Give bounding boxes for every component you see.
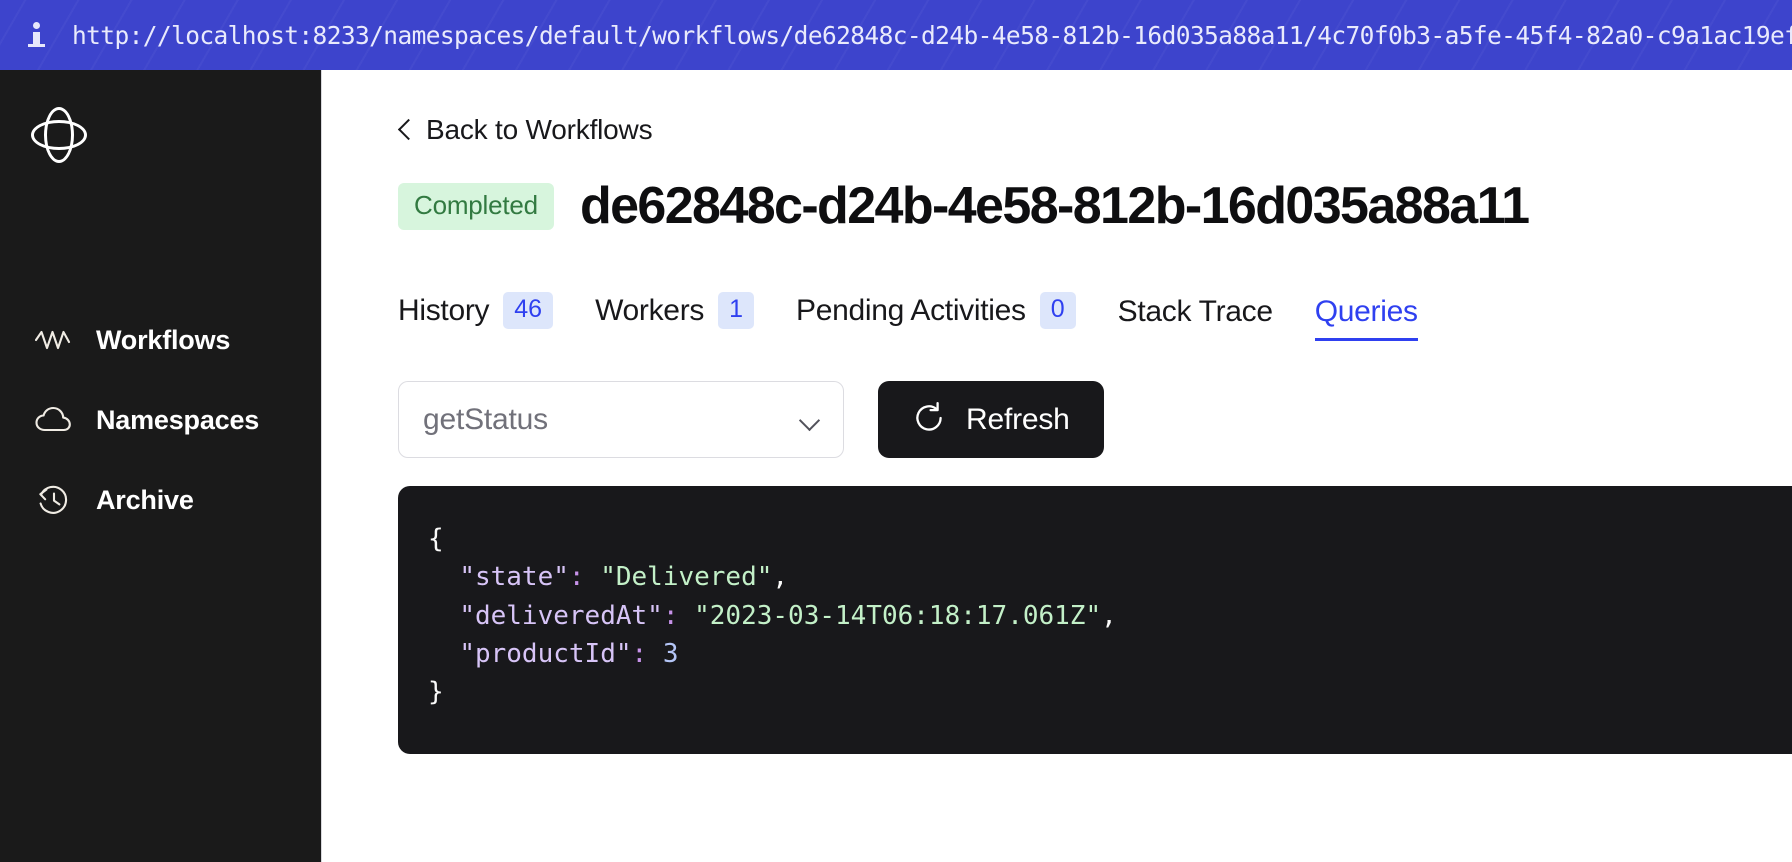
refresh-icon xyxy=(912,401,946,438)
query-result-panel: { "state": "Delivered", "deliveredAt": "… xyxy=(398,486,1792,755)
tab-workers[interactable]: Workers 1 xyxy=(595,292,754,341)
sidebar-item-label: Workflows xyxy=(96,324,231,355)
tab-label: History xyxy=(398,293,490,327)
tab-label: Pending Activities xyxy=(796,293,1026,327)
json-key: "deliveredAt" xyxy=(459,600,663,631)
json-key: "state" xyxy=(459,562,569,593)
query-controls: getStatus Refresh xyxy=(398,381,1792,459)
chevron-down-icon xyxy=(799,413,821,427)
status-badge: Completed xyxy=(398,182,554,230)
sidebar-nav: Workflows Namespaces Archive xyxy=(0,300,321,540)
tab-label: Queries xyxy=(1314,295,1418,329)
back-link-label: Back to Workflows xyxy=(426,114,653,145)
query-select[interactable]: getStatus xyxy=(398,381,844,459)
json-line: "deliveredAt": "2023-03-14T06:18:17.061Z… xyxy=(459,600,1117,631)
refresh-button[interactable]: Refresh xyxy=(878,381,1104,459)
sidebar-item-namespaces[interactable]: Namespaces xyxy=(0,380,321,460)
cloud-icon xyxy=(34,400,74,440)
sidebar: Workflows Namespaces Archive xyxy=(0,70,322,862)
back-to-workflows-link[interactable]: Back to Workflows xyxy=(398,114,653,146)
workflow-tabs: History 46 Workers 1 Pending Activities … xyxy=(398,292,1792,342)
history-clock-icon xyxy=(34,480,74,520)
json-value: 3 xyxy=(662,638,679,669)
tab-pending-activities[interactable]: Pending Activities 0 xyxy=(796,292,1076,341)
refresh-button-label: Refresh xyxy=(966,402,1070,436)
workflows-zigzag-icon xyxy=(34,320,74,360)
json-close-brace: } xyxy=(428,677,444,708)
tab-label: Workers xyxy=(595,293,705,327)
json-open-brace: { xyxy=(428,524,444,555)
json-key: "productId" xyxy=(459,638,632,669)
tab-label: Stack Trace xyxy=(1117,295,1273,329)
chevron-left-icon xyxy=(398,118,412,142)
json-line: "productId": 3 xyxy=(459,638,679,669)
browser-url-bar: http://localhost:8233/namespaces/default… xyxy=(0,0,1792,70)
json-value: "Delivered" xyxy=(600,562,773,593)
sidebar-item-label: Archive xyxy=(96,484,194,515)
app-shell: Workflows Namespaces Archive Back to Wor… xyxy=(0,70,1792,862)
sidebar-item-label: Namespaces xyxy=(96,404,260,435)
main-content: Back to Workflows Completed de62848c-d24… xyxy=(322,70,1792,862)
query-select-value: getStatus xyxy=(423,402,548,436)
query-result-json[interactable]: { "state": "Delivered", "deliveredAt": "… xyxy=(428,520,1792,711)
temporal-logo[interactable] xyxy=(0,106,321,216)
info-icon xyxy=(26,20,48,50)
url-text[interactable]: http://localhost:8233/namespaces/default… xyxy=(72,21,1792,50)
page-title: de62848c-d24b-4e58-812b-16d035a88a11 xyxy=(579,177,1530,235)
json-value: "2023-03-14T06:18:17.061Z" xyxy=(694,600,1102,631)
workflow-header: Completed de62848c-d24b-4e58-812b-16d035… xyxy=(398,176,1792,236)
tab-queries[interactable]: Queries xyxy=(1314,295,1418,342)
tab-count-badge: 0 xyxy=(1039,292,1076,330)
tab-count-badge: 46 xyxy=(503,292,554,330)
sidebar-item-archive[interactable]: Archive xyxy=(0,460,321,540)
json-comma: , xyxy=(1101,600,1117,631)
tab-stack-trace[interactable]: Stack Trace xyxy=(1118,295,1273,341)
json-comma: , xyxy=(772,562,789,593)
logo-ellipse-horizontal xyxy=(31,120,87,150)
tab-count-badge: 1 xyxy=(718,292,754,330)
tab-history[interactable]: History 46 xyxy=(398,292,554,341)
sidebar-item-workflows[interactable]: Workflows xyxy=(0,300,321,380)
json-line: "state": "Delivered", xyxy=(459,562,789,593)
